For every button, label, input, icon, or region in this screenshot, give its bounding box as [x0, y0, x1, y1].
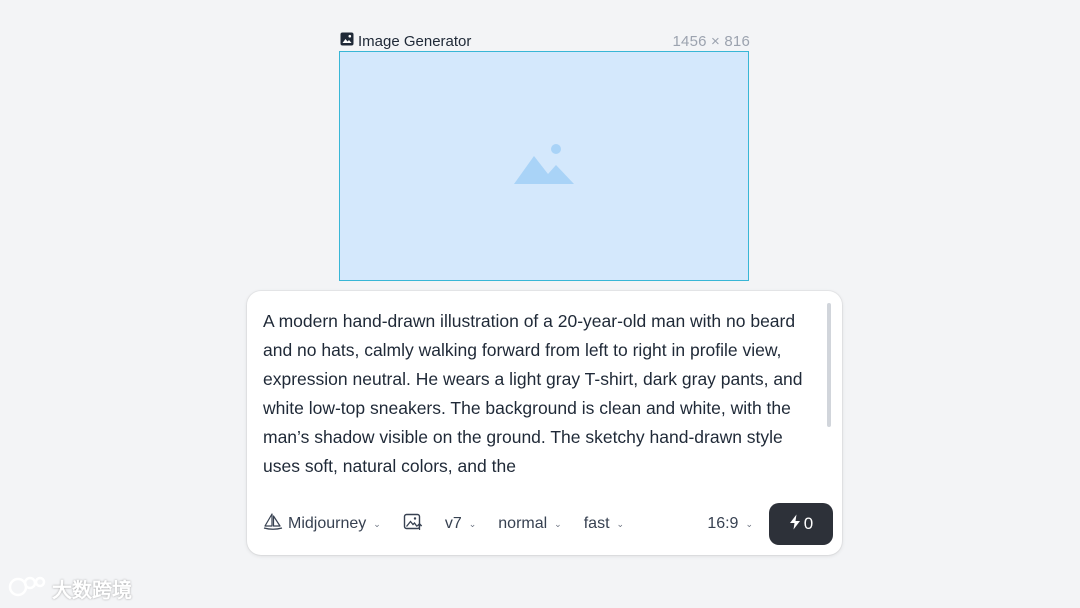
lightning-icon	[789, 514, 801, 535]
prompt-panel: A modern hand-drawn illustration of a 20…	[247, 291, 842, 555]
version-select[interactable]: v7 ⌄	[445, 515, 476, 533]
image-upload-icon	[403, 513, 423, 536]
node-title: Image Generator	[340, 32, 471, 50]
chevron-down-icon: ⌄	[468, 518, 477, 529]
chevron-down-icon: ⌄	[554, 518, 562, 529]
speed-select[interactable]: fast ⌄	[584, 515, 624, 533]
version-label: v7	[444, 515, 462, 532]
watermark: 大数跨境	[8, 574, 132, 603]
node-header: Image Generator 1456 × 816	[340, 31, 750, 51]
aspect-ratio-label: 16:9	[707, 515, 739, 532]
speed-label: fast	[583, 515, 610, 532]
chevron-down-icon: ⌄	[373, 518, 381, 529]
mode-label: normal	[498, 515, 548, 532]
image-canvas[interactable]	[339, 51, 749, 281]
aspect-ratio-select[interactable]: 16:9 ⌄	[707, 515, 753, 533]
mode-select[interactable]: normal ⌄	[498, 515, 561, 533]
prompt-input[interactable]: A modern hand-drawn illustration of a 20…	[263, 307, 813, 485]
generate-count: 0	[803, 514, 814, 533]
watermark-logo-icon	[8, 575, 46, 603]
chevron-down-icon: ⌄	[616, 518, 625, 529]
image-icon	[340, 32, 354, 50]
chevron-down-icon: ⌄	[745, 518, 753, 529]
sailboat-icon	[263, 512, 283, 536]
image-upload-button[interactable]	[403, 513, 423, 536]
model-select[interactable]: Midjourney ⌄	[263, 512, 381, 536]
node-title-label: Image Generator	[358, 32, 472, 50]
mountain-image-icon	[512, 142, 576, 191]
model-label: Midjourney	[288, 515, 367, 532]
watermark-text: 大数跨境	[52, 580, 132, 602]
generate-button[interactable]: 0	[769, 503, 833, 545]
image-size-label: 1456 × 816	[672, 32, 750, 50]
generator-toolbar: Midjourney ⌄ v7 ⌄ normal ⌄ fast ⌄ 16:9 ⌄…	[263, 503, 833, 545]
prompt-scrollbar[interactable]	[827, 303, 831, 427]
